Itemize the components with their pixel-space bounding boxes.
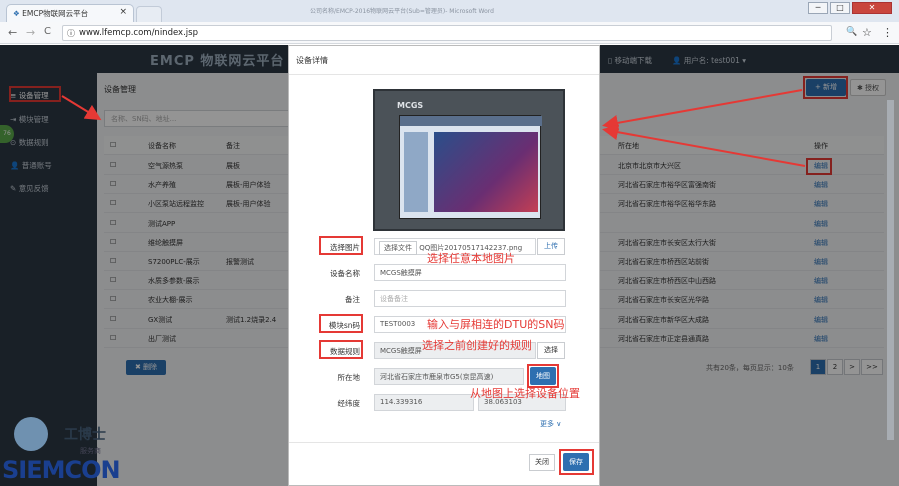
watermark-company: 工博士 [64, 427, 106, 443]
watermark-service: 服务商 [80, 447, 101, 455]
arrow-to-dialog-from-edit [602, 124, 806, 167]
arrow-to-search [61, 95, 102, 121]
arrow-to-dialog-from-add [602, 89, 803, 131]
mascot-icon [14, 417, 48, 451]
annotation-arrows [61, 89, 806, 167]
siemcon-logo: SIEMCON [2, 456, 121, 484]
